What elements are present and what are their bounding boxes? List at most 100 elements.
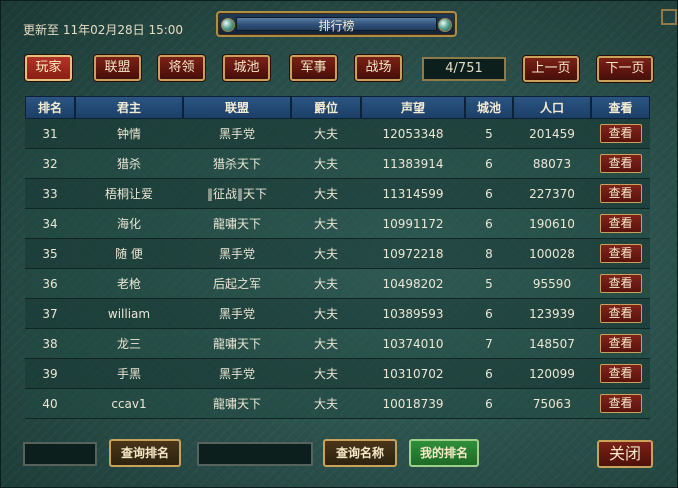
cell-alliance: 龍嘯天下	[183, 209, 291, 239]
cell-rank: 38	[25, 329, 75, 359]
cell-title: 大夫	[291, 299, 361, 329]
tab-battlefield[interactable]: 战场	[355, 55, 402, 81]
tab-general[interactable]: 将领	[158, 55, 205, 81]
window-title-bar: 排行榜	[216, 11, 457, 37]
cell-cities: 6	[465, 299, 513, 329]
cell-prestige: 10389593	[361, 299, 465, 329]
cell-prestige: 10374010	[361, 329, 465, 359]
tab-military[interactable]: 军事	[290, 55, 337, 81]
cell-population: 190610	[513, 209, 591, 239]
cell-prestige: 11314599	[361, 179, 465, 209]
view-button[interactable]: 查看	[599, 244, 642, 263]
column-header-view: 查看	[591, 96, 650, 119]
cell-lord: 老枪	[75, 269, 183, 299]
table-row: 35 随 便 黑手党 大夫 10972218 8 100028 查看	[25, 239, 650, 269]
cell-view: 查看	[591, 149, 650, 179]
tab-city[interactable]: 城池	[223, 55, 270, 81]
cell-population: 148507	[513, 329, 591, 359]
rank-search-input[interactable]	[23, 442, 97, 466]
view-button[interactable]: 查看	[599, 214, 642, 233]
table-row: 39 手黑 黑手党 大夫 10310702 6 120099 查看	[25, 359, 650, 389]
cell-prestige: 10991172	[361, 209, 465, 239]
cell-rank: 31	[25, 119, 75, 149]
table-row: 40 ccav1 龍嘯天下 大夫 10018739 6 75063 查看	[25, 389, 650, 419]
cell-alliance: 龍嘯天下	[183, 329, 291, 359]
cell-cities: 5	[465, 119, 513, 149]
column-header-lord[interactable]: 君主	[75, 96, 183, 119]
cell-view: 查看	[591, 239, 650, 269]
cell-lord: 猎杀	[75, 149, 183, 179]
cell-alliance: 黑手党	[183, 299, 291, 329]
page-indicator: 4/751	[422, 57, 506, 81]
cell-view: 查看	[591, 179, 650, 209]
view-button[interactable]: 查看	[599, 304, 642, 323]
cell-rank: 34	[25, 209, 75, 239]
column-header-rank[interactable]: 排名	[25, 96, 75, 119]
cell-alliance: 黑手党	[183, 119, 291, 149]
table-header-row: 排名 君主 联盟 爵位 声望 城池 人口 查看	[25, 96, 650, 119]
cell-rank: 39	[25, 359, 75, 389]
cell-rank: 37	[25, 299, 75, 329]
table-row: 37 william 黑手党 大夫 10389593 6 123939 查看	[25, 299, 650, 329]
cell-view: 查看	[591, 119, 650, 149]
cell-title: 大夫	[291, 119, 361, 149]
table-row: 34 海化 龍嘯天下 大夫 10991172 6 190610 查看	[25, 209, 650, 239]
view-button[interactable]: 查看	[599, 184, 642, 203]
cell-population: 88073	[513, 149, 591, 179]
view-button[interactable]: 查看	[599, 334, 642, 353]
table-row: 32 猎杀 猎杀天下 大夫 11383914 6 88073 查看	[25, 149, 650, 179]
view-button[interactable]: 查看	[599, 394, 642, 413]
cell-alliance: ‖征战‖天下	[183, 179, 291, 209]
cell-prestige: 10310702	[361, 359, 465, 389]
column-header-prestige[interactable]: 声望	[361, 96, 465, 119]
view-button[interactable]: 查看	[599, 274, 642, 293]
window-title: 排行榜	[318, 19, 355, 33]
view-button[interactable]: 查看	[599, 154, 642, 173]
close-button[interactable]: 关闭	[597, 440, 653, 468]
column-header-alliance[interactable]: 联盟	[183, 96, 291, 119]
column-header-title[interactable]: 爵位	[291, 96, 361, 119]
view-button[interactable]: 查看	[599, 364, 642, 383]
cell-alliance: 猎杀天下	[183, 149, 291, 179]
cell-lord: 龙三	[75, 329, 183, 359]
cell-lord: 随 便	[75, 239, 183, 269]
query-rank-button[interactable]: 查询排名	[109, 439, 181, 467]
cell-prestige: 10972218	[361, 239, 465, 269]
my-rank-button[interactable]: 我的排名	[409, 439, 479, 467]
query-name-button[interactable]: 查询名称	[323, 439, 397, 467]
cell-rank: 33	[25, 179, 75, 209]
table-row: 38 龙三 龍嘯天下 大夫 10374010 7 148507 查看	[25, 329, 650, 359]
prev-page-button[interactable]: 上一页	[523, 56, 579, 82]
cell-rank: 32	[25, 149, 75, 179]
cell-cities: 6	[465, 209, 513, 239]
cell-rank: 36	[25, 269, 75, 299]
cell-title: 大夫	[291, 239, 361, 269]
cell-view: 查看	[591, 299, 650, 329]
cell-population: 201459	[513, 119, 591, 149]
ranking-table: 排名 君主 联盟 爵位 声望 城池 人口 查看 31 钟情 黑手党 大夫 120…	[25, 96, 650, 419]
cell-title: 大夫	[291, 149, 361, 179]
tab-alliance[interactable]: 联盟	[94, 55, 141, 81]
column-header-cities[interactable]: 城池	[465, 96, 513, 119]
tab-player[interactable]: 玩家	[25, 55, 72, 81]
cell-lord: ccav1	[75, 389, 183, 419]
cell-prestige: 11383914	[361, 149, 465, 179]
table-row: 33 梧桐让爱 ‖征战‖天下 大夫 11314599 6 227370 查看	[25, 179, 650, 209]
cell-cities: 6	[465, 179, 513, 209]
cell-title: 大夫	[291, 269, 361, 299]
cell-alliance: 龍嘯天下	[183, 389, 291, 419]
cell-population: 100028	[513, 239, 591, 269]
column-header-population[interactable]: 人口	[513, 96, 591, 119]
cell-view: 查看	[591, 209, 650, 239]
cell-view: 查看	[591, 269, 650, 299]
cell-population: 120099	[513, 359, 591, 389]
cell-rank: 40	[25, 389, 75, 419]
next-page-button[interactable]: 下一页	[597, 56, 653, 82]
cell-cities: 7	[465, 329, 513, 359]
view-button[interactable]: 查看	[599, 124, 642, 143]
cell-view: 查看	[591, 329, 650, 359]
cell-cities: 6	[465, 359, 513, 389]
cell-prestige: 12053348	[361, 119, 465, 149]
cell-population: 227370	[513, 179, 591, 209]
name-search-input[interactable]	[197, 442, 313, 466]
